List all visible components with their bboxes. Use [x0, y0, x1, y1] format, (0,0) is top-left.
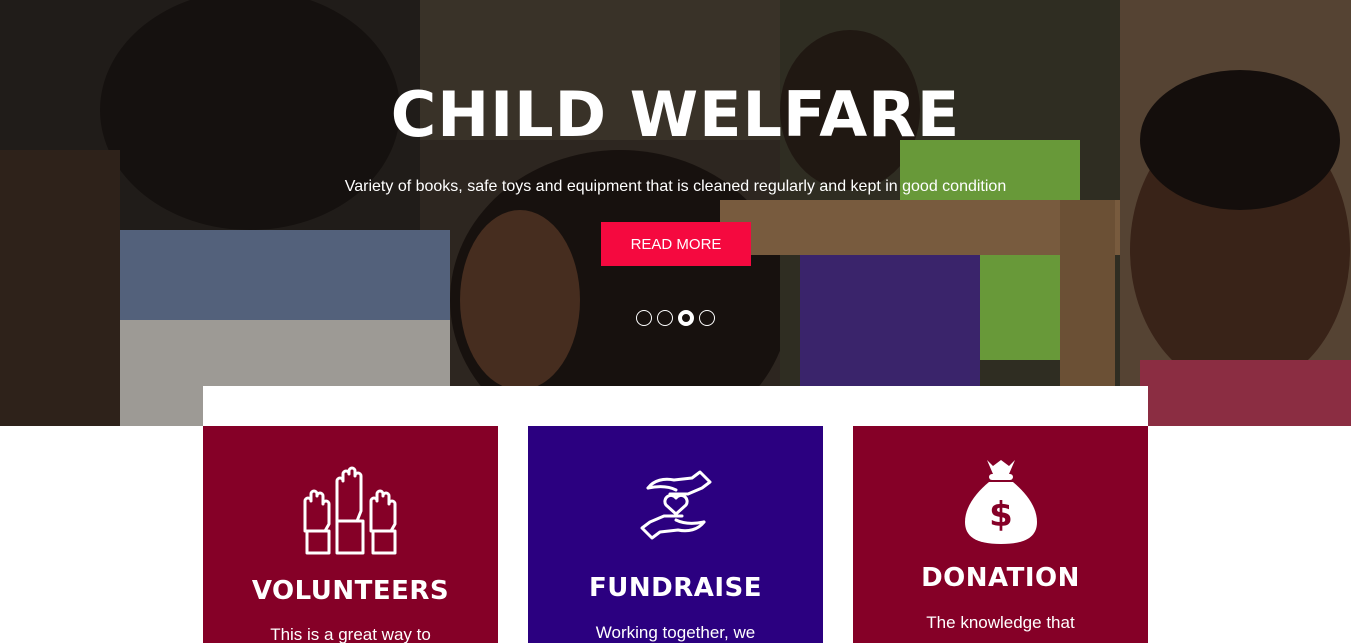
- slide-dot-4[interactable]: [699, 310, 715, 326]
- fundraise-title: FUNDRAISE: [588, 573, 763, 603]
- volunteers-card[interactable]: VOLUNTEERS This is a great way to: [203, 426, 498, 643]
- cards-top-strip: [203, 386, 1148, 426]
- read-more-button[interactable]: READ MORE: [601, 222, 751, 266]
- svg-text:$: $: [989, 495, 1013, 535]
- slide-dot-2[interactable]: [657, 310, 673, 326]
- slide-dot-1[interactable]: [636, 310, 652, 326]
- fundraise-card[interactable]: FUNDRAISE Working together, we: [528, 426, 823, 643]
- slider-pagination: [636, 310, 715, 326]
- raised-hands-icon: [303, 466, 396, 555]
- hands-heart-icon: [640, 470, 711, 540]
- hero-title: CHILD WELFARE: [390, 78, 961, 151]
- donation-text: The knowledge that: [926, 613, 1075, 632]
- donation-title: DONATION: [921, 563, 1080, 593]
- hero-slider: CHILD WELFARE Variety of books, safe toy…: [0, 0, 1351, 426]
- money-bag-icon: $: [964, 460, 1037, 544]
- donation-card[interactable]: $ DONATION The knowledge that: [853, 426, 1148, 643]
- hero-subtitle: Variety of books, safe toys and equipmen…: [344, 178, 1007, 195]
- hero-overlay: [0, 0, 1351, 426]
- slide-dot-3-active[interactable]: [678, 310, 694, 326]
- fundraise-text: Working together, we: [595, 623, 756, 642]
- volunteers-title: VOLUNTEERS: [251, 576, 450, 606]
- volunteers-text: This is a great way to: [270, 625, 431, 643]
